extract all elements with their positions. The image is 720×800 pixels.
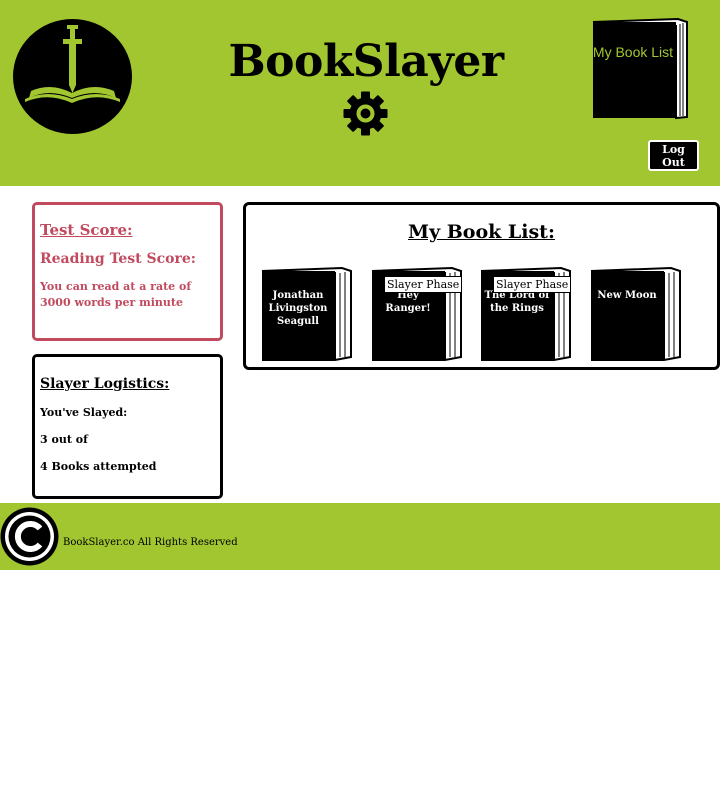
slayer-phase-badge: Slayer Phase <box>384 276 463 293</box>
slayed-label: You've Slayed: <box>40 406 128 419</box>
book-item[interactable]: Hey Ranger! Slayer Phase <box>371 267 463 361</box>
footer: BookSlayer.co All Rights Reserved <box>0 503 720 570</box>
site-title: BookSlayer <box>228 36 504 87</box>
slayer-logistics-title: Slayer Logistics: <box>40 376 170 392</box>
header: BookSlayer My Book List Log Out <box>0 0 720 186</box>
book-title: New Moon <box>597 290 657 301</box>
slayer-logistics-panel: Slayer Logistics: You've Slayed: 3 out o… <box>32 354 223 499</box>
slayer-phase-badge: Slayer Phase <box>493 276 572 293</box>
my-book-list-button[interactable]: My Book List <box>592 17 688 120</box>
book-icon <box>592 17 688 120</box>
book-item[interactable]: The Lord of the Rings Slayer Phase <box>480 267 572 361</box>
test-score-panel: Test Score: Reading Test Score: You can … <box>32 202 223 341</box>
test-score-link[interactable]: Test Score: <box>40 221 216 239</box>
book-title: Jonathan Livingston Seagull <box>268 290 328 327</box>
my-book-list-label: My Book List <box>592 44 674 60</box>
book-item[interactable]: Jonathan Livingston Seagull <box>261 267 353 361</box>
book-list-panel: My Book List: Jonathan Livingston Seagul… <box>243 202 720 370</box>
book-icon <box>590 267 681 361</box>
slayed-count: 3 out of <box>40 433 88 446</box>
reading-rate-text: You can read at a rate of 3000 words per… <box>40 280 192 309</box>
copyright-icon <box>0 507 59 566</box>
book-list-title: My Book List: <box>408 221 555 243</box>
sword-in-book-logo-icon[interactable] <box>13 19 132 134</box>
logout-button[interactable]: Log Out <box>648 140 699 171</box>
gear-icon[interactable] <box>343 91 388 136</box>
books-attempted: 4 Books attempted <box>40 460 157 473</box>
book-item[interactable]: New Moon <box>590 267 682 361</box>
reading-test-score-heading: Reading Test Score: <box>40 251 196 267</box>
footer-copyright-text: BookSlayer.co All Rights Reserved <box>63 537 238 548</box>
